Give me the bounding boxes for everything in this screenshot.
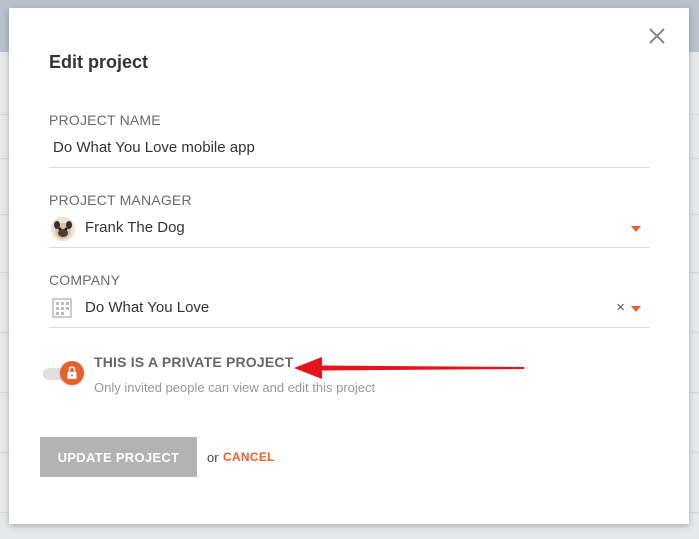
project-manager-select[interactable]: Frank The Dog	[49, 209, 649, 248]
dialog-title: Edit project	[49, 52, 149, 72]
company-select[interactable]: Do What You Love ×	[49, 289, 649, 328]
lock-icon	[67, 366, 77, 379]
project-manager-value: Frank The Dog	[85, 219, 185, 236]
private-project-title: THIS IS A PRIVATE PROJECT	[94, 354, 294, 370]
cancel-link[interactable]: CANCEL	[223, 450, 275, 464]
project-name-field[interactable]: Do What You Love mobile app	[49, 129, 649, 168]
update-project-button[interactable]: UPDATE PROJECT	[40, 437, 197, 477]
project-manager-label: PROJECT MANAGER	[49, 192, 192, 208]
avatar	[51, 217, 75, 241]
chevron-down-icon[interactable]	[631, 306, 641, 312]
annotation-arrow-icon	[294, 357, 524, 379]
or-text: or	[207, 450, 219, 465]
building-icon	[52, 298, 72, 318]
chevron-down-icon[interactable]	[631, 226, 641, 232]
company-value: Do What You Love	[85, 299, 210, 316]
project-name-label: PROJECT NAME	[49, 112, 161, 128]
company-label: COMPANY	[49, 272, 121, 288]
close-icon[interactable]	[647, 26, 667, 46]
project-name-value: Do What You Love mobile app	[53, 139, 255, 156]
private-toggle[interactable]	[60, 361, 84, 385]
clear-icon[interactable]: ×	[616, 299, 625, 316]
